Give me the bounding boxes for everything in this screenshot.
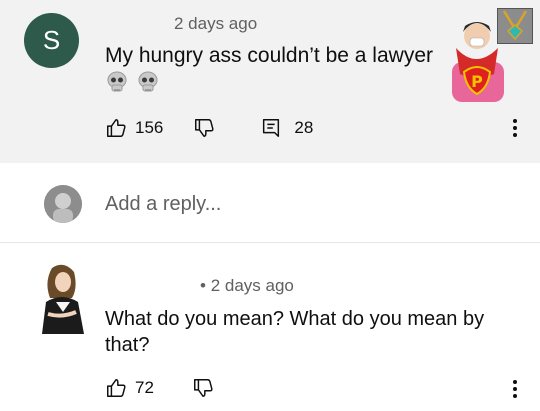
comment-icon[interactable] bbox=[260, 117, 282, 139]
thumbs-up-icon[interactable] bbox=[105, 377, 127, 399]
divider bbox=[0, 242, 540, 243]
like-count: 156 bbox=[135, 118, 164, 137]
emoji-row bbox=[105, 71, 160, 93]
avatar-letter: S bbox=[42, 25, 61, 55]
avatar[interactable]: S bbox=[24, 13, 79, 68]
reply-count: 28 bbox=[294, 118, 314, 137]
add-reply-input[interactable]: Add a reply... bbox=[105, 193, 221, 216]
reply-actions: 72 bbox=[105, 377, 214, 399]
user-avatar bbox=[44, 185, 82, 223]
skull-icon bbox=[138, 71, 158, 92]
thumbs-down-icon[interactable] bbox=[192, 377, 214, 399]
like-count: 72 bbox=[135, 378, 154, 397]
skull-icon bbox=[107, 71, 127, 92]
comment-timestamp: 2 days ago bbox=[174, 14, 258, 33]
thumbs-down-icon[interactable] bbox=[193, 117, 215, 139]
reply-timestamp-text: 2 days ago bbox=[210, 276, 294, 295]
comment-actions: 156 28 bbox=[105, 117, 313, 139]
thumbs-up-icon[interactable] bbox=[105, 117, 127, 139]
comment-card: S 2 days ago My hungry ass couldn’t be a… bbox=[0, 0, 540, 163]
avatar[interactable] bbox=[36, 262, 86, 334]
reply-text: What do you mean? What do you mean by th… bbox=[105, 308, 485, 356]
comment-text: My hungry ass couldn’t be a lawyer bbox=[105, 44, 433, 67]
user-avatar-image bbox=[44, 185, 82, 223]
sticker-letter: P bbox=[471, 72, 483, 91]
reply-timestamp: • 2 days ago bbox=[200, 276, 294, 295]
more-vert-icon[interactable] bbox=[512, 379, 518, 399]
more-vert-icon[interactable] bbox=[512, 118, 518, 138]
necklace-image bbox=[497, 8, 533, 44]
